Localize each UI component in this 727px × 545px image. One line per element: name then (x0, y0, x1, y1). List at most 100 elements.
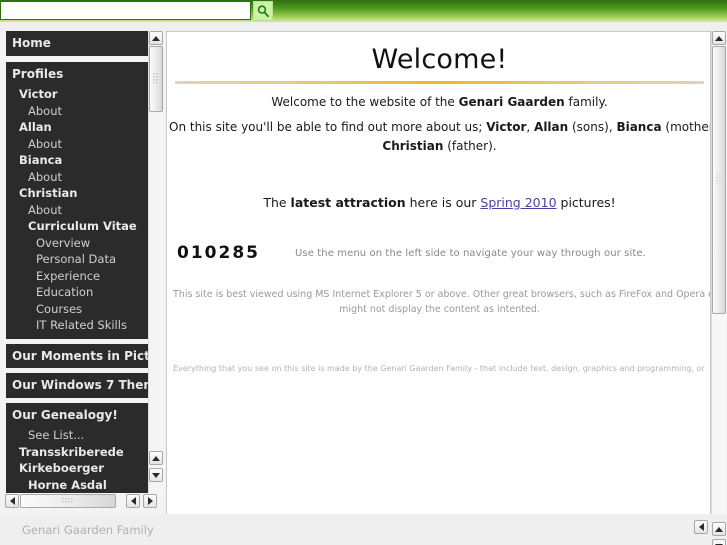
sidebar-item-education[interactable]: Education (6, 284, 148, 301)
triangle-left-icon (9, 497, 15, 505)
sidebar-item-profiles[interactable]: Profiles (6, 62, 148, 87)
sidebar-item-our-genealogy[interactable]: Our Genealogy! (6, 403, 148, 428)
family-name: Genari Gaarden (458, 95, 565, 109)
outer-scroll-down-button[interactable] (712, 539, 726, 545)
sidebar-block-home: Home (6, 31, 148, 56)
sidebar-menu: Home Profiles Victor About Allan About B… (6, 31, 148, 493)
sidebar-item-bianca-about[interactable]: About (6, 169, 148, 186)
sidebar-item-allan[interactable]: Allan (6, 119, 148, 136)
spring-2010-link[interactable]: Spring 2010 (480, 195, 556, 210)
search-input[interactable] (0, 1, 251, 20)
sidebar-block-profiles: Profiles Victor About Allan About Bianca… (6, 61, 148, 339)
status-bar: Genari Gaarden Family (0, 514, 727, 545)
sidebar-scroll-up-button-2[interactable] (149, 451, 163, 465)
visitor-counter: 010285 (177, 243, 260, 263)
sidebar-item-victor-about[interactable]: About (6, 103, 148, 120)
about-mother: (mother) and (665, 120, 710, 134)
sidebar-scroll-up-button[interactable] (149, 31, 163, 45)
attraction-mid: here is our (405, 195, 481, 210)
triangle-up-icon-4 (715, 526, 723, 532)
search-button[interactable] (253, 1, 273, 21)
intro-paragraph: Welcome to the website of the Genari Gaa… (177, 93, 702, 112)
content-scroll-thumb[interactable] (712, 46, 726, 314)
counter-row: 010285 Use the menu on the left side to … (167, 243, 710, 265)
sidebar-item-curriculum-vitae[interactable]: Curriculum Vitae (6, 218, 148, 235)
outer-vertical-scrollbar[interactable] (711, 521, 727, 545)
page-title: Welcome! (371, 44, 508, 75)
sidebar-horizontal-scrollbar[interactable] (4, 493, 162, 509)
grip-icon-v2 (715, 174, 720, 185)
attraction-suffix: pictures! (556, 195, 616, 210)
sidebar-item-our-windows-7-themes[interactable]: Our Windows 7 Themes (6, 373, 148, 398)
sidebar-item-personal-data[interactable]: Personal Data (6, 251, 148, 268)
content-vertical-scrollbar[interactable] (711, 31, 726, 521)
browser-compatibility-note: This site is best viewed using MS Intern… (173, 287, 711, 317)
intro-suffix: family. (564, 95, 608, 109)
about-paragraph-line2: Christian (father). (167, 137, 710, 156)
content-scroll-up-button[interactable] (712, 31, 726, 45)
triangle-up-icon-3 (715, 35, 723, 41)
attraction-bold: latest attraction (290, 195, 406, 210)
sidebar-item-christian-about[interactable]: About (6, 202, 148, 219)
sidebar-item-christian[interactable]: Christian (6, 185, 148, 202)
name-victor: Victor (486, 120, 527, 134)
grip-icon (152, 73, 157, 84)
magnifier-icon (257, 4, 270, 18)
navigation-hint: Use the menu on the left side to navigat… (295, 248, 646, 259)
sidebar-item-courses[interactable]: Courses (6, 301, 148, 318)
about-paragraph-line1: On this site you'll be able to find out … (169, 118, 710, 137)
sidebar-block-moments: Our Moments in Pictures (6, 343, 148, 369)
browser-note-line1: This site is best viewed using MS Intern… (173, 289, 711, 300)
attraction-prefix: The (263, 195, 291, 210)
status-text: Genari Gaarden Family (22, 523, 154, 537)
sidebar-hscroll-thumb[interactable] (20, 494, 116, 508)
sidebar-item-overview[interactable]: Overview (6, 235, 148, 252)
sidebar-hscroll-right-button[interactable] (143, 494, 157, 508)
sidebar-item-kirkeboerger[interactable]: Kirkeboerger (6, 460, 148, 477)
grip-icon-h (62, 497, 73, 502)
triangle-right-icon (147, 497, 153, 505)
sidebar-block-genealogy: Our Genealogy! See List... Transskribere… (6, 402, 148, 494)
intro-prefix: Welcome to the website of the (271, 95, 459, 109)
sidebar-item-transskriberede[interactable]: Transskriberede (6, 444, 148, 461)
outer-scroll-up-button[interactable] (712, 522, 726, 536)
sidebar-item-bianca[interactable]: Bianca (6, 152, 148, 169)
sidebar-hscroll-left-button-2[interactable] (126, 494, 140, 508)
sidebar-item-our-moments-in-pictures[interactable]: Our Moments in Pictures (6, 344, 148, 369)
sidebar-scroll-down-button[interactable] (149, 468, 163, 482)
triangle-down-icon (152, 472, 160, 478)
content-inner: Welcome! Welcome to the website of the G… (167, 44, 711, 520)
sidebar-item-horne-asdal[interactable]: Horne Asdal (6, 477, 148, 494)
name-bianca: Bianca (616, 120, 662, 134)
about-prefix: On this site you'll be able to find out … (169, 120, 487, 134)
page-body: Home Profiles Victor About Allan About B… (0, 31, 727, 545)
sidebar-item-victor[interactable]: Victor (6, 86, 148, 103)
sidebar-scroll-thumb-top[interactable] (149, 46, 163, 112)
toolbar-gap (0, 22, 727, 31)
gold-divider (175, 81, 704, 84)
main-content-area: Welcome! Welcome to the website of the G… (166, 31, 711, 521)
sidebar-vertical-scrollbar[interactable] (148, 31, 163, 493)
sidebar-item-home[interactable]: Home (6, 31, 148, 56)
sidebar-item-see-list[interactable]: See List... (6, 427, 148, 444)
triangle-up-icon (152, 35, 160, 41)
sidebar-hscroll-left-button[interactable] (5, 494, 19, 508)
triangle-left-icon-5 (698, 523, 704, 531)
sidebar-block-themes: Our Windows 7 Themes (6, 373, 148, 398)
sidebar-item-experience[interactable]: Experience (6, 268, 148, 285)
credits-note: Everything that you see on this site is … (173, 364, 706, 373)
about-sons: (sons), (568, 120, 617, 134)
top-green-bar (0, 0, 727, 22)
status-hscroll-left-button[interactable] (694, 520, 708, 534)
triangle-up-icon-2 (152, 455, 160, 461)
about-sep1: , (526, 120, 535, 134)
name-christian: Christian (382, 139, 444, 153)
browser-note-line2: might not display the content as intente… (339, 304, 540, 315)
triangle-left-icon-2 (130, 497, 136, 505)
sidebar-item-allan-about[interactable]: About (6, 136, 148, 153)
name-allan: Allan (534, 120, 569, 134)
latest-attraction-paragraph: The latest attraction here is our Spring… (167, 195, 710, 210)
sidebar-item-it-related-skills[interactable]: IT Related Skills (6, 317, 148, 339)
about-father: (father). (443, 139, 497, 153)
app-window: Home Profiles Victor About Allan About B… (0, 0, 727, 545)
